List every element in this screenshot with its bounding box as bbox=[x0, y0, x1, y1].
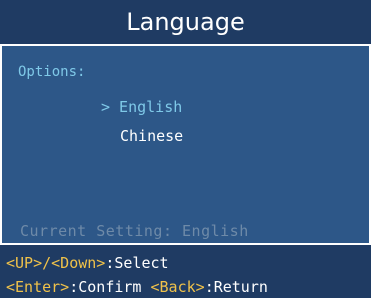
option-english[interactable]: > English bbox=[101, 98, 182, 116]
page-title: Language bbox=[126, 8, 245, 36]
current-setting: Current Setting: English bbox=[20, 222, 249, 240]
hint-confirm-return: <Enter>:Confirm <Back>:Return bbox=[6, 278, 268, 296]
language-screen: Language Options: > English Chinese Curr… bbox=[0, 0, 371, 298]
title-bar: Language bbox=[0, 0, 371, 44]
hint-text-confirm: :Confirm bbox=[69, 278, 151, 296]
hint-select: <UP>/<Down>:Select bbox=[6, 254, 169, 272]
hint-key-up-down: <UP>/<Down> bbox=[6, 254, 106, 272]
hint-text-return: :Return bbox=[204, 278, 268, 296]
options-label: Options: bbox=[18, 64, 86, 80]
option-chinese[interactable]: Chinese bbox=[120, 127, 183, 145]
hint-key-back: <Back> bbox=[150, 278, 205, 296]
hint-key-enter: <Enter> bbox=[6, 278, 70, 296]
hint-text-select: :Select bbox=[105, 254, 169, 272]
